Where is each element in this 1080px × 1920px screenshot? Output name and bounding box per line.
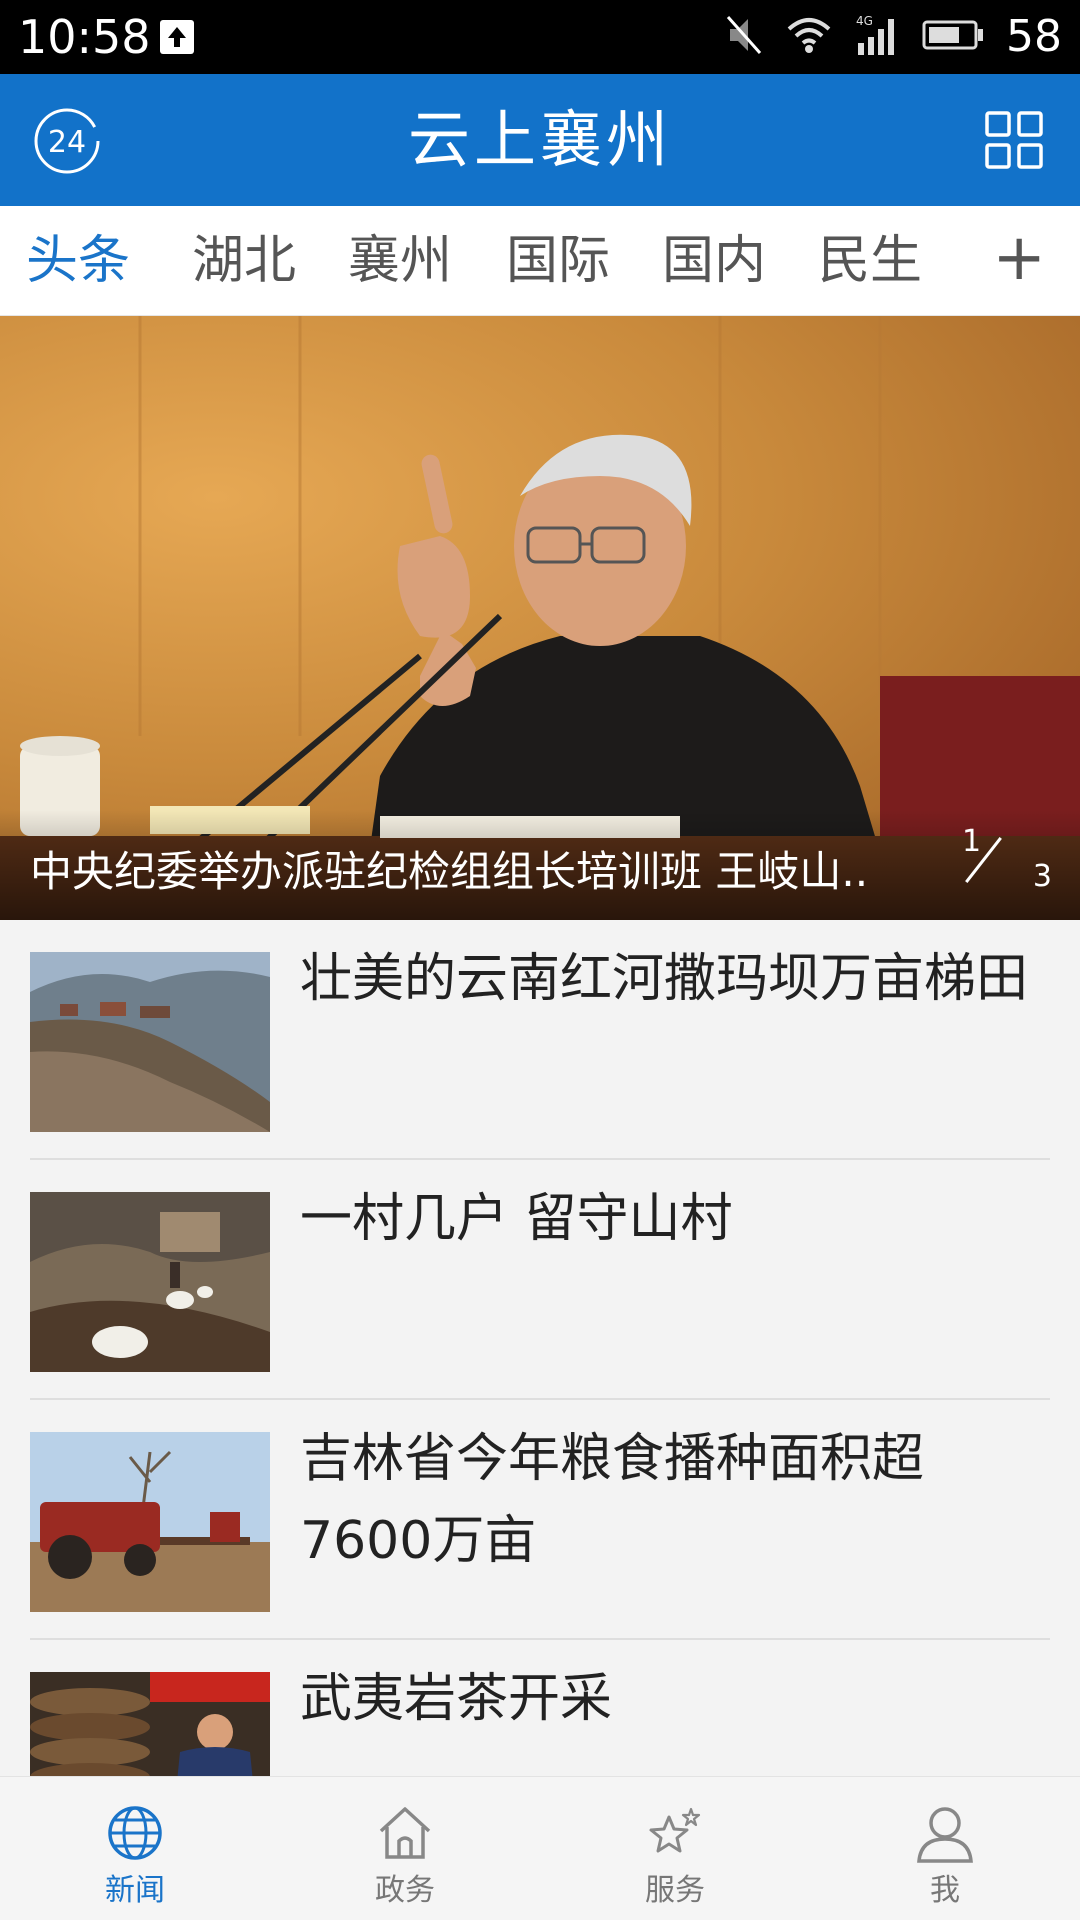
nav-news[interactable]: 新闻 bbox=[0, 1777, 270, 1920]
news-item[interactable]: 武夷岩茶开采 bbox=[30, 1640, 1050, 1776]
hero-pager: 1 3 bbox=[962, 824, 1052, 894]
app-header: 24 云上襄州 bbox=[0, 74, 1080, 206]
mute-icon bbox=[724, 13, 764, 61]
status-bar: 10:58 4G 58 bbox=[0, 0, 1080, 74]
news-item[interactable]: 壮美的云南红河撒玛坝万亩梯田 bbox=[30, 920, 1050, 1160]
nav-label: 服务 bbox=[645, 1873, 705, 1908]
svg-text:4G: 4G bbox=[856, 14, 873, 28]
add-channel-button[interactable]: + bbox=[992, 206, 1046, 316]
hero-caption: 中央纪委举办派驻纪检组组长培训班 王岐山.. bbox=[30, 847, 869, 896]
news-title: 武夷岩茶开采 bbox=[300, 1669, 613, 1729]
hero-carousel[interactable]: 中央纪委举办派驻纪检组组长培训班 王岐山.. 1 3 bbox=[0, 316, 1080, 920]
news-thumbnail bbox=[30, 1432, 270, 1612]
news-thumbnail bbox=[30, 952, 270, 1132]
signal-4g-icon: 4G bbox=[854, 13, 900, 61]
news-list: 壮美的云南红河撒玛坝万亩梯田 一村几户 留守山村 吉林省今年粮食播种面积超760… bbox=[0, 920, 1080, 1776]
news-item[interactable]: 吉林省今年粮食播种面积超7600万亩 bbox=[30, 1400, 1050, 1640]
nav-government[interactable]: 政务 bbox=[270, 1777, 540, 1920]
news-title: 壮美的云南红河撒玛坝万亩梯田 bbox=[300, 949, 1029, 1009]
bottom-navigation: 新闻 政务 服务 我 bbox=[0, 1776, 1080, 1920]
battery-icon bbox=[922, 18, 984, 56]
tab-minsheng[interactable]: 民生 bbox=[818, 206, 922, 316]
tab-domestic[interactable]: 国内 bbox=[662, 206, 766, 316]
tab-international[interactable]: 国际 bbox=[506, 206, 610, 316]
news-title: 吉林省今年粮食播种面积超7600万亩 bbox=[300, 1429, 925, 1571]
home-icon bbox=[379, 1807, 431, 1859]
nav-label: 新闻 bbox=[105, 1873, 165, 1908]
news-thumbnail bbox=[30, 1672, 270, 1776]
upload-notification-icon bbox=[160, 20, 194, 54]
news-thumbnail bbox=[30, 1192, 270, 1372]
status-time: 10:58 bbox=[18, 10, 151, 64]
tab-toutiao[interactable]: 头条 bbox=[26, 206, 130, 316]
globe-icon bbox=[108, 1806, 162, 1860]
nav-label: 政务 bbox=[375, 1873, 435, 1908]
pager-current: 1 bbox=[962, 824, 982, 859]
app-title: 云上襄州 bbox=[407, 103, 672, 176]
tab-hubei[interactable]: 湖北 bbox=[192, 206, 296, 316]
news-item[interactable]: 一村几户 留守山村 bbox=[30, 1160, 1050, 1400]
nav-me[interactable]: 我 bbox=[810, 1777, 1080, 1920]
stars-icon bbox=[649, 1807, 701, 1853]
wifi-icon bbox=[786, 15, 832, 59]
battery-percent: 58 bbox=[1006, 11, 1062, 62]
news-title: 一村几户 留守山村 bbox=[300, 1189, 733, 1249]
grid-icon bbox=[985, 111, 1043, 169]
app-screen: 10:58 4G 58 24 云上襄州 头条 湖北 襄州 国际 国内 民生 + … bbox=[0, 0, 1080, 1920]
person-icon bbox=[917, 1807, 973, 1863]
status-icons: 4G 58 bbox=[724, 10, 1062, 64]
channel-tabs: 头条 湖北 襄州 国际 国内 民生 + bbox=[0, 206, 1080, 316]
nav-label: 我 bbox=[930, 1873, 960, 1908]
pager-total: 3 bbox=[1032, 859, 1052, 894]
nav-service[interactable]: 服务 bbox=[540, 1777, 810, 1920]
tab-xiangzhou[interactable]: 襄州 bbox=[348, 206, 452, 316]
grid-menu-button[interactable] bbox=[984, 110, 1044, 170]
